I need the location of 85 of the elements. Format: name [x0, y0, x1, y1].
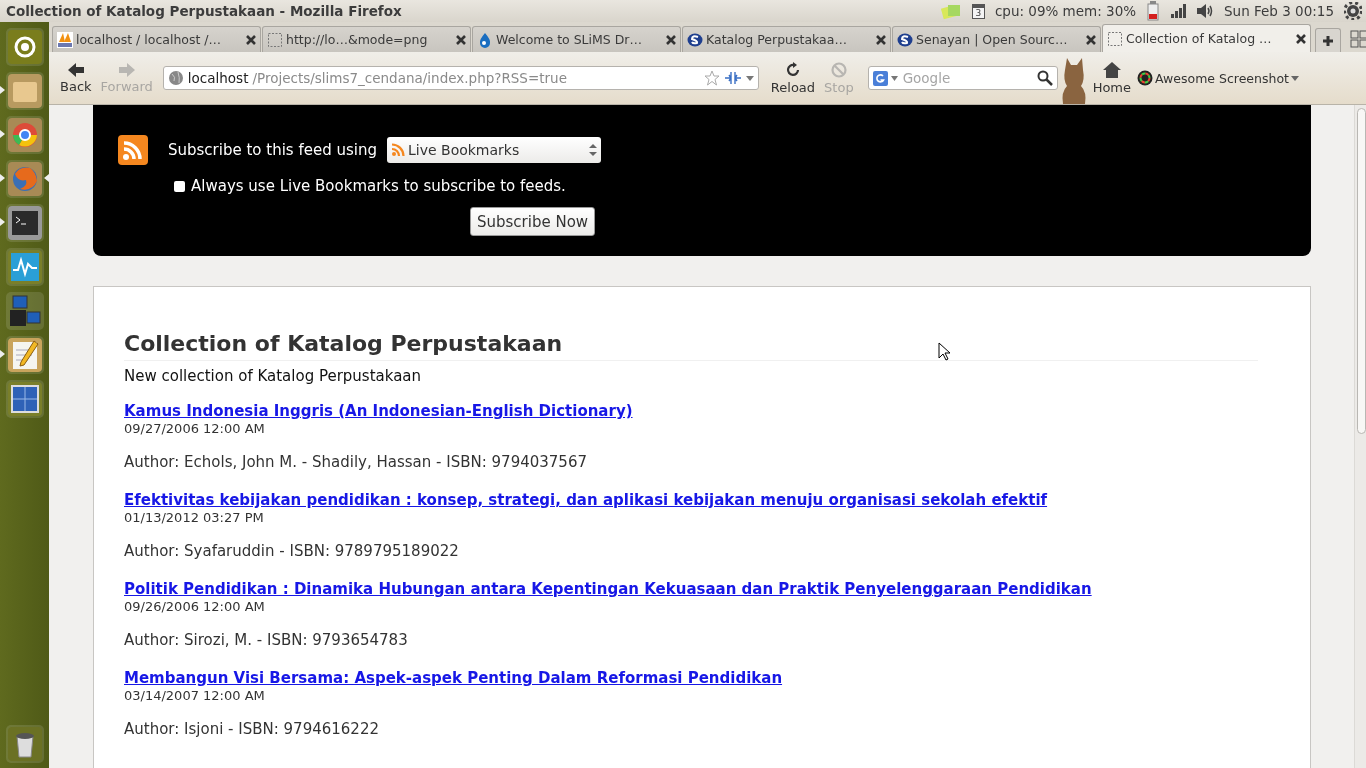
signal-icon[interactable]: [1170, 3, 1187, 19]
close-icon[interactable]: [876, 34, 886, 45]
close-icon[interactable]: [456, 34, 466, 45]
browser-tab[interactable]: Welcome to SLiMS Dr…: [472, 26, 681, 52]
trash-icon[interactable]: [5, 725, 44, 763]
updown-arrows-icon: [589, 144, 597, 156]
browser-tab[interactable]: localhost / localhost /…: [52, 26, 261, 52]
gear-icon[interactable]: [1344, 2, 1362, 20]
tab-groups-icon[interactable]: [1350, 30, 1366, 48]
star-icon[interactable]: [703, 70, 720, 86]
computers-icon[interactable]: [5, 292, 44, 330]
window-grid-icon[interactable]: [5, 380, 44, 418]
item-date: 09/27/2006 12:00 AM: [124, 421, 266, 436]
clock[interactable]: Sun Feb 3 00:15: [1224, 3, 1334, 19]
blank-page-icon: [267, 31, 283, 48]
browser-icon[interactable]: [5, 116, 44, 154]
s-logo-icon: [687, 31, 703, 48]
address-bar[interactable]: localhost /Projects/slims7_cendana/index.php?RSS=true: [162, 66, 759, 90]
search-bar[interactable]: Google: [867, 66, 1058, 90]
back-button[interactable]: Back: [57, 62, 95, 94]
arrow-right-icon: [118, 62, 135, 77]
g-logo-icon[interactable]: [872, 70, 888, 86]
close-icon[interactable]: [1296, 33, 1306, 44]
item-details: Author: Syafaruddin - ISBN: 9789795189022: [124, 542, 460, 560]
new-tab-button[interactable]: [1315, 28, 1341, 52]
close-icon[interactable]: [1086, 34, 1096, 45]
subscribe-label: Subscribe to this feed using: [168, 141, 377, 159]
volume-icon[interactable]: [1196, 3, 1215, 19]
close-icon[interactable]: [246, 34, 256, 45]
arrow-left-icon: [67, 62, 84, 77]
caret-icon[interactable]: [890, 75, 898, 81]
item-title-link[interactable]: Politik Pendidikan : Dinamika Hubungan antara Kepentingan Kekuasaan dan Praktik Penyelenggaraan Pendidikan: [124, 580, 1092, 598]
browser-tab[interactable]: http://lo…&mode=png: [262, 26, 471, 52]
item-date: 03/14/2007 12:00 AM: [124, 688, 266, 703]
caret-icon[interactable]: [745, 75, 754, 81]
url-host: localhost: [187, 70, 249, 86]
addon-button[interactable]: Awesome Screenshot: [1137, 70, 1299, 86]
caret-icon: [1290, 75, 1299, 81]
drop-icon: [477, 31, 493, 48]
home-button[interactable]: Home: [1089, 61, 1135, 95]
item-title-link[interactable]: Kamus Indonesia Inggris (An Indonesian-English Dictionary): [124, 402, 633, 420]
reload-button[interactable]: Reload: [767, 61, 819, 95]
s-logo-icon: [897, 31, 913, 48]
item-date: 01/13/2012 03:27 PM: [124, 510, 265, 525]
reload-icon: [784, 61, 801, 78]
rss-icon: [118, 135, 148, 165]
item-details: Author: Sirozi, M. - ISBN: 9793654783: [124, 631, 409, 649]
lens-icon: [1137, 70, 1154, 86]
browser-tab[interactable]: Katalog Perpustakaa…: [682, 26, 891, 52]
globe-icon: [167, 70, 184, 86]
item-title-link[interactable]: Membangun Visi Bersama: Aspek-aspek Penting Dalam Reformasi Pendidikan: [124, 669, 783, 687]
pointer-icon: [938, 342, 950, 361]
subscribe-button[interactable]: Subscribe Now: [470, 207, 596, 236]
checkbox[interactable]: [174, 180, 185, 192]
sails-icon: [57, 31, 73, 48]
blank-page-icon: [1107, 30, 1123, 47]
dash-logo-icon[interactable]: [5, 28, 44, 66]
split-arrows-icon[interactable]: [723, 72, 742, 84]
item-details: Author: Echols, John M. - Shadily, Hassan - ISBN: 9794037567: [124, 453, 588, 471]
window-title: Collection of Katalog Perpustakaan - Mozilla Firefox: [6, 3, 403, 19]
reader-dropdown[interactable]: Live Bookmarks: [387, 137, 601, 163]
item-title-link[interactable]: Efektivitas kebijakan pendidikan : konsep, strategi, dan aplikasi kebijakan menuju organisasi sekolah efektif: [124, 491, 1048, 509]
house-icon: [1102, 61, 1121, 78]
folder-icon[interactable]: [5, 72, 44, 110]
checkbox-label: Always use Live Bookmarks to subscribe to feeds.: [191, 177, 566, 195]
calendar-icon[interactable]: 3: [971, 3, 985, 19]
stop-icon: [830, 61, 847, 78]
system-monitor-text[interactable]: cpu: 09% mem: 30%: [994, 3, 1137, 19]
scrollbar[interactable]: [1354, 105, 1366, 768]
browser-tab[interactable]: Senayan | Open Sourc…: [892, 26, 1101, 52]
feed-title: Collection of Katalog Perpustakaan: [124, 331, 1258, 361]
browser-tab[interactable]: Collection of Katalog …: [1102, 24, 1311, 52]
notepad-icon[interactable]: [5, 336, 44, 374]
search-icon[interactable]: [1036, 70, 1053, 86]
battery-icon[interactable]: [1146, 1, 1161, 21]
rss-icon: [391, 143, 405, 157]
terminal-icon[interactable]: [5, 204, 44, 242]
feed-subtitle: New collection of Katalog Perpustakaan: [124, 367, 423, 385]
item-date: 09/26/2006 12:00 AM: [124, 599, 266, 614]
url-path: /Projects/slims7_cendana/index.php?RSS=true: [252, 70, 567, 86]
close-icon[interactable]: [666, 34, 676, 45]
search-field[interactable]: Google: [900, 69, 1034, 87]
graph-icon[interactable]: [5, 248, 44, 286]
plus-icon: [1322, 34, 1334, 47]
item-details: Author: Isjoni - ISBN: 9794616222: [124, 720, 380, 738]
